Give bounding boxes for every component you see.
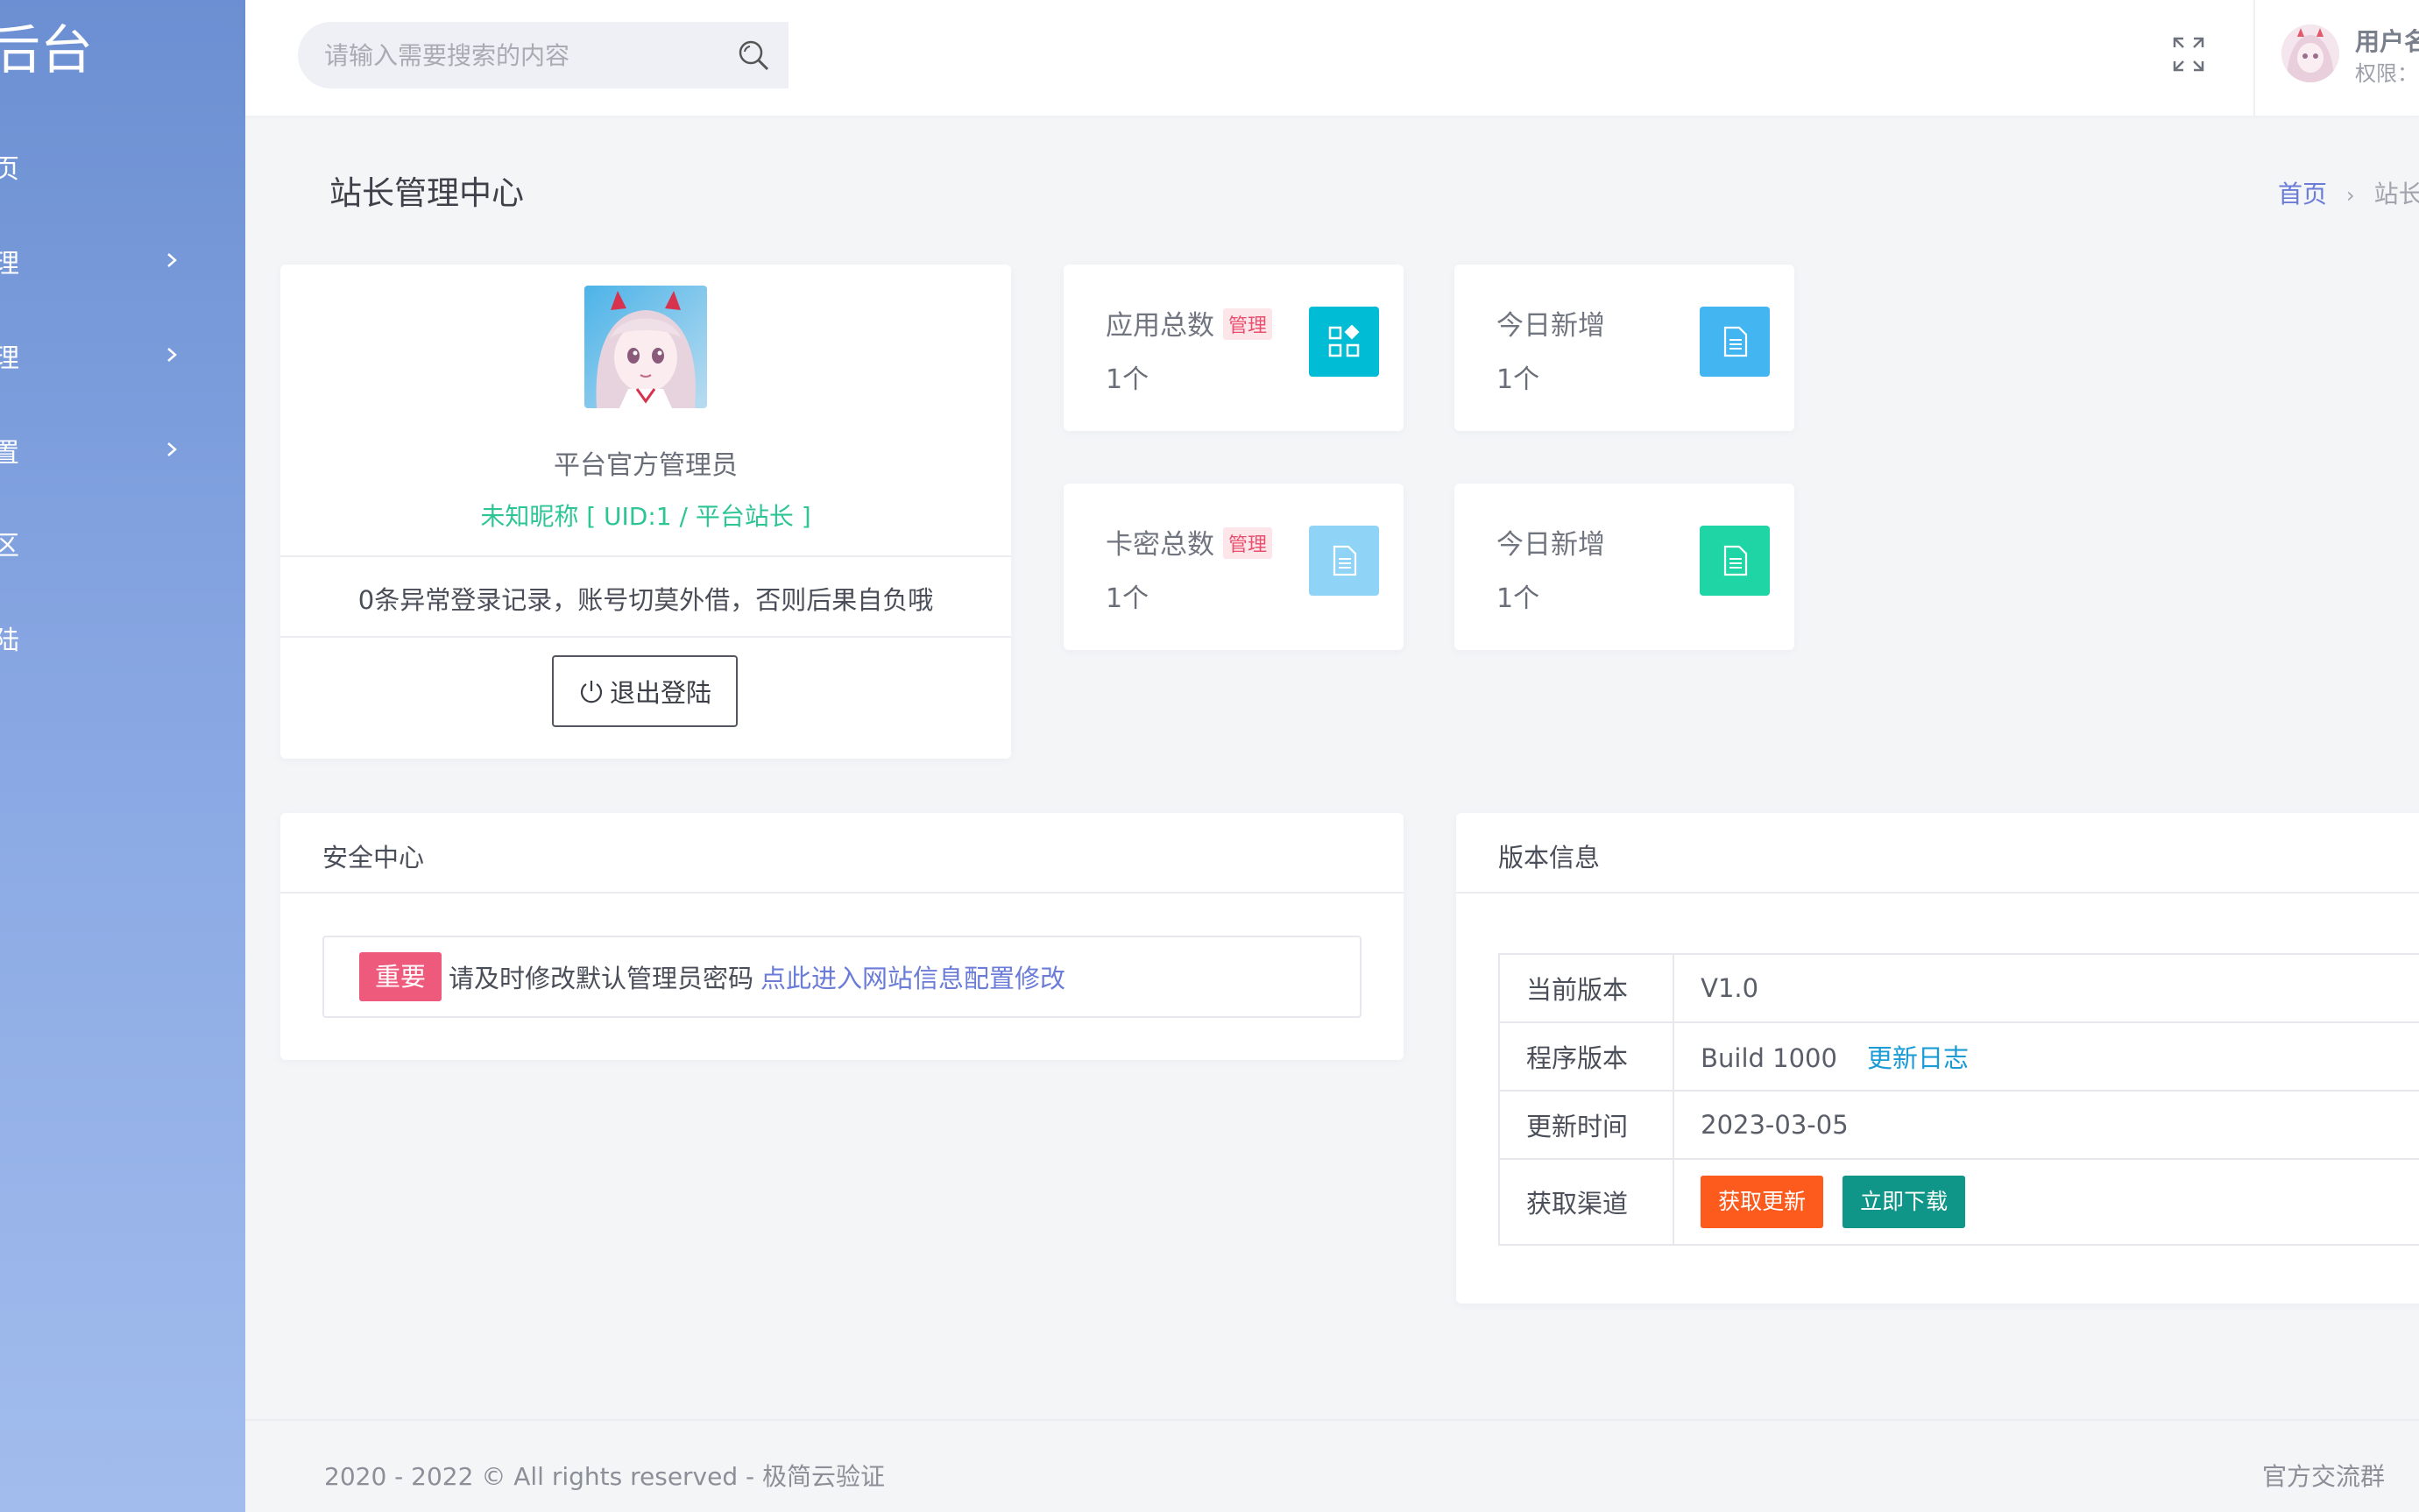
profile-role: 平台官方管理员	[554, 450, 738, 481]
table-key: 获取渠道	[1497, 1158, 1675, 1246]
document-icon	[1700, 307, 1770, 377]
sidebar-item-manage-2[interactable]: 理	[0, 321, 238, 391]
table-key: 当前版本	[1497, 953, 1675, 1023]
footer: 2020 - 2022 © All rights reserved - 极简云验…	[245, 1419, 2419, 1512]
copyright-text: 2020 - 2022 © All rights reserved - 极简云验…	[324, 1462, 886, 1491]
stat-value: 1个	[1496, 364, 1540, 395]
apps-icon	[1309, 307, 1379, 377]
sidebar-item-home[interactable]: 页	[0, 131, 238, 201]
table-key: 程序版本	[1497, 1021, 1675, 1092]
panel-title: 安全中心	[322, 843, 425, 873]
user-role: 权限：	[2355, 61, 2418, 86]
manage-tag[interactable]: 管理	[1223, 308, 1273, 340]
security-alert: 重要 请及时修改默认管理员密码 点此进入网站信息配置修改	[322, 936, 1362, 1018]
version-info-card: 版本信息 当前版本 V1.0 程序版本 Build 1000 更新日志 更新时间 …	[1456, 813, 2419, 1304]
sidebar-item-label: 页	[0, 154, 19, 185]
fullscreen-icon[interactable]	[2171, 35, 2206, 74]
logout-label: 退出登陆	[609, 678, 711, 708]
table-row: 当前版本 V1.0	[1497, 953, 2419, 1023]
stat-label: 今日新增	[1496, 529, 1605, 561]
breadcrumb-current: 站长	[2373, 180, 2419, 208]
header-divider	[2253, 0, 2255, 116]
stat-card-today-new[interactable]: 今日新增 1个	[1454, 265, 1794, 431]
stat-value: 1个	[1106, 583, 1149, 614]
table-key: 更新时间	[1497, 1090, 1675, 1160]
important-badge: 重要	[359, 952, 442, 1001]
alert-text: 请及时修改默认管理员密码	[449, 964, 754, 993]
divider	[280, 636, 1011, 638]
user-name[interactable]: 用户名	[2355, 23, 2419, 58]
changelog-link[interactable]: 更新日志	[1867, 1043, 1969, 1073]
build-cell: Build 1000 更新日志	[1673, 1021, 2419, 1092]
power-icon	[580, 681, 603, 703]
brand-title: 后台	[0, 20, 93, 81]
panel-header: 版本信息	[1456, 813, 2419, 894]
sidebar-item-logout[interactable]: 陆	[0, 603, 238, 673]
table-row: 获取渠道 获取更新 立即下载	[1497, 1158, 2419, 1246]
stat-card-apps[interactable]: 应用总数 管理 1个	[1064, 265, 1404, 431]
breadcrumb-separator: ›	[2346, 183, 2355, 208]
user-avatar[interactable]	[2281, 25, 2339, 82]
sidebar-item-manage-1[interactable]: 理	[0, 226, 238, 296]
stat-card-today-new-cards[interactable]: 今日新增 1个	[1454, 484, 1794, 650]
search-icon[interactable]	[736, 38, 771, 73]
table-row: 更新时间 2023-03-05	[1497, 1090, 2419, 1160]
get-update-button[interactable]: 获取更新	[1701, 1176, 1824, 1228]
sidebar-item-settings[interactable]: 置	[0, 415, 238, 485]
sidebar: 后台 页 理 理 置 区 陆	[0, 0, 245, 1512]
current-version: V1.0	[1673, 953, 2419, 1023]
sidebar-item-label: 置	[0, 438, 19, 469]
profile-card: 平台官方管理员 未知昵称 [ UID:1 / 平台站长 ] 0条异常登录记录，账…	[280, 265, 1011, 759]
manage-tag[interactable]: 管理	[1223, 527, 1273, 559]
stat-label: 卡密总数	[1106, 529, 1214, 561]
site-config-link[interactable]: 点此进入网站信息配置修改	[760, 958, 1065, 995]
sidebar-item-area[interactable]: 区	[0, 508, 238, 578]
chevron-right-icon	[165, 342, 179, 368]
document-icon	[1700, 526, 1770, 596]
panel-header: 安全中心	[280, 813, 1404, 894]
stat-label: 应用总数	[1106, 310, 1214, 342]
profile-nickname: 未知昵称 [ UID:1 / 平台站长 ]	[480, 502, 811, 531]
version-table: 当前版本 V1.0 程序版本 Build 1000 更新日志 更新时间 2023-…	[1497, 953, 2419, 1246]
sidebar-item-label: 理	[0, 249, 19, 279]
stat-label: 今日新增	[1496, 310, 1605, 342]
search-input[interactable]	[298, 29, 710, 81]
sidebar-item-label: 陆	[0, 625, 19, 656]
panel-title: 版本信息	[1498, 843, 1601, 873]
sidebar-item-label: 区	[0, 531, 19, 562]
logout-button[interactable]: 退出登陆	[552, 655, 738, 727]
search-bar	[298, 22, 789, 88]
document-icon	[1309, 526, 1379, 596]
official-group-link[interactable]: 官方交流群	[2262, 1458, 2385, 1493]
breadcrumb: 首页 › 站长	[2278, 175, 2419, 210]
page-title: 站长管理中心	[329, 174, 524, 212]
security-center-card: 安全中心 重要 请及时修改默认管理员密码 点此进入网站信息配置修改	[280, 813, 1404, 1060]
login-notice: 0条异常登录记录，账号切莫外借，否则后果自负哦	[357, 585, 934, 615]
profile-avatar	[584, 286, 707, 408]
divider	[280, 555, 1011, 557]
top-header: 用户名 权限：	[245, 0, 2419, 116]
stat-value: 1个	[1496, 583, 1540, 614]
sidebar-item-label: 理	[0, 343, 19, 374]
stat-value: 1个	[1106, 364, 1149, 395]
chevron-right-icon	[165, 436, 179, 463]
download-button[interactable]: 立即下载	[1843, 1176, 1966, 1228]
channel-cell: 获取更新 立即下载	[1673, 1158, 2419, 1246]
breadcrumb-home[interactable]: 首页	[2278, 180, 2327, 208]
update-time: 2023-03-05	[1673, 1090, 2419, 1160]
chevron-right-icon	[165, 247, 179, 273]
stat-card-cards[interactable]: 卡密总数 管理 1个	[1064, 484, 1404, 650]
table-row: 程序版本 Build 1000 更新日志	[1497, 1021, 2419, 1092]
build-version: Build 1000	[1701, 1043, 1837, 1073]
